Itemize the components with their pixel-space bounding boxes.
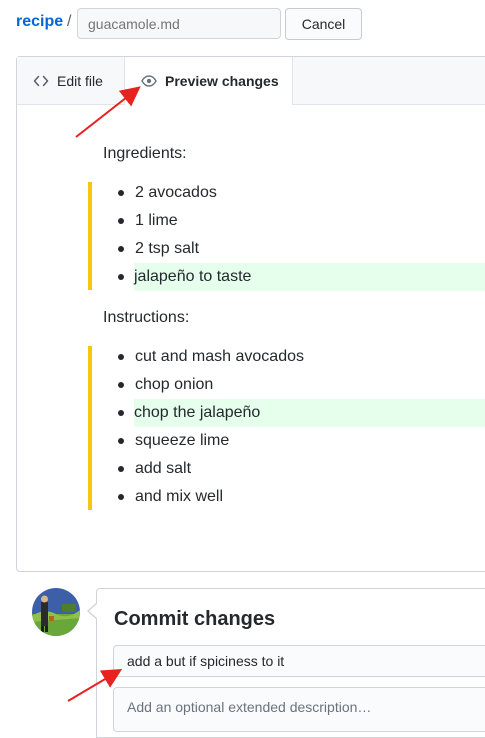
cancel-button[interactable]: Cancel xyxy=(285,8,362,40)
list-item: and mix well xyxy=(118,483,485,511)
tab-preview-changes[interactable]: Preview changes xyxy=(124,57,293,105)
instructions-heading: Instructions: xyxy=(103,309,190,326)
path-separator: / xyxy=(67,13,72,30)
code-icon xyxy=(33,75,49,86)
list-item: squeeze lime xyxy=(118,427,485,455)
list-item: 2 avocados xyxy=(118,179,485,207)
instructions-changed-marker xyxy=(88,346,92,510)
list-item: 1 lime xyxy=(118,207,485,235)
commit-title: Commit changes xyxy=(114,608,276,630)
eye-icon xyxy=(141,75,157,87)
editor-tabs: Edit file Preview changes xyxy=(17,57,485,105)
list-item: add salt xyxy=(118,455,485,483)
tab-preview-label: Preview changes xyxy=(165,73,279,89)
commit-description-input[interactable] xyxy=(113,687,485,732)
commit-box-caret-fill xyxy=(89,604,97,618)
list-item-added: chop the jalapeño xyxy=(118,399,485,427)
list-item-added: jalapeño to taste xyxy=(118,263,485,291)
ingredients-changed-marker xyxy=(88,182,92,290)
list-item: 2 tsp salt xyxy=(118,235,485,263)
commit-summary-input[interactable] xyxy=(113,645,485,677)
repo-link[interactable]: recipe xyxy=(16,13,63,31)
filename-input[interactable] xyxy=(77,8,281,39)
tab-edit-label: Edit file xyxy=(57,72,103,89)
tab-edit-file[interactable]: Edit file xyxy=(17,57,124,104)
ingredients-heading: Ingredients: xyxy=(103,145,187,162)
list-item: cut and mash avocados xyxy=(118,343,485,371)
list-item: chop onion xyxy=(118,371,485,399)
avatar xyxy=(32,588,80,636)
